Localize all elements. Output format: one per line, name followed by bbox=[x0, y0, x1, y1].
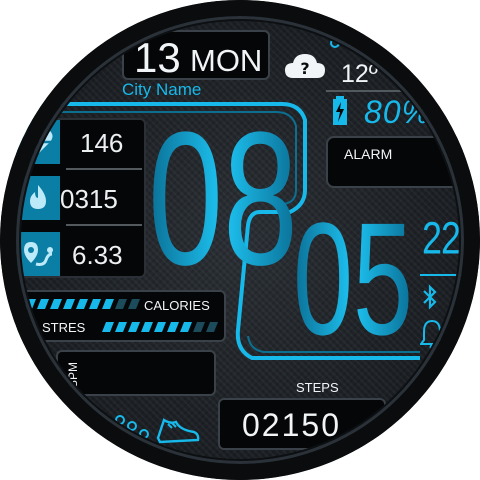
watch-face: 13 MON City Name ? 12º 80% ALARM 146 031… bbox=[0, 0, 480, 480]
bezel bbox=[0, 0, 480, 480]
